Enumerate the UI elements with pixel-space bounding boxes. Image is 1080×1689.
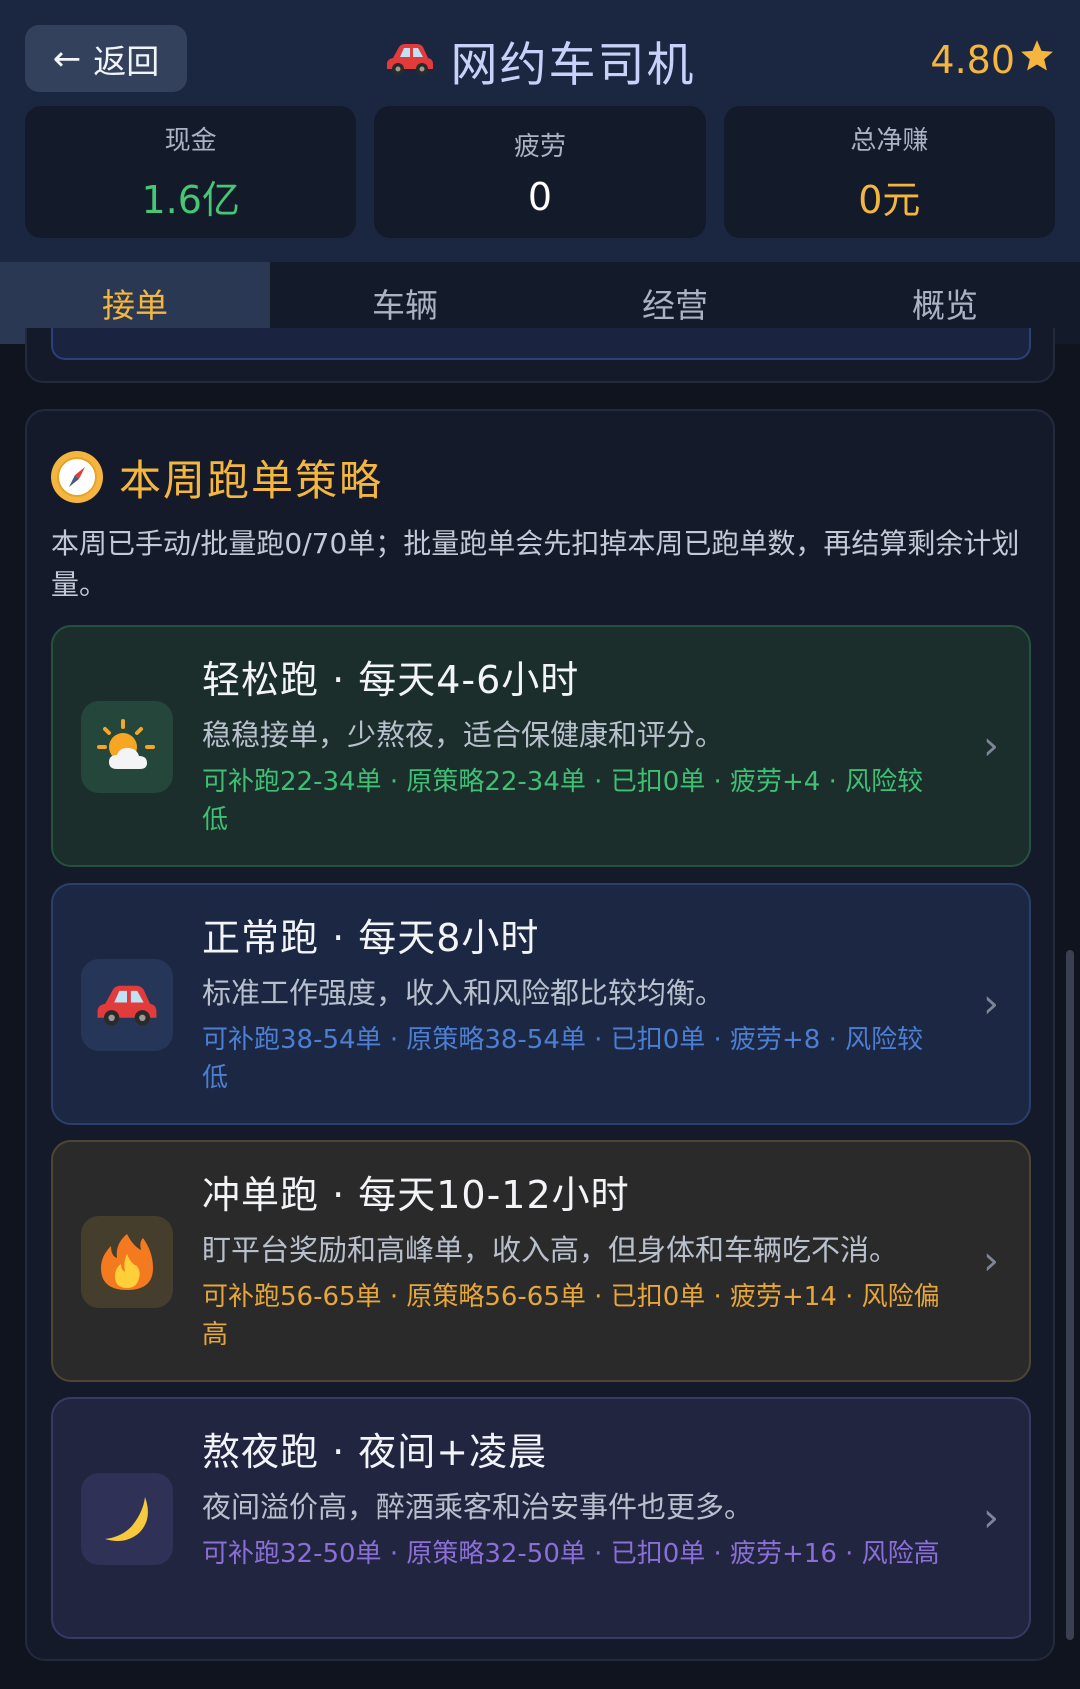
strategy-card-night[interactable]: 熬夜跑 · 夜间+凌晨 夜间溢价高，醉酒乘客和治安事件也更多。 可补跑32-50… [51, 1397, 1031, 1639]
card-title: 轻松跑 · 每天4-6小时 [202, 658, 580, 702]
card-title: 正常跑 · 每天8小时 [202, 916, 540, 960]
rating-value: 4.80 [930, 38, 1015, 82]
stats-row: 现金 1.6亿 疲劳 0 总净赚 0元 [25, 106, 1055, 238]
strategy-card-normal[interactable]: 正常跑 · 每天8小时 标准工作强度，收入和风险都比较均衡。 可补跑38-54单… [51, 883, 1031, 1125]
stat-value: 1.6亿 [141, 178, 240, 222]
card-description: 盯平台奖励和高峰单，收入高，但身体和车辆吃不消。 [202, 1233, 899, 1267]
card-text: 熬夜跑 · 夜间+凌晨 夜间溢价高，醉酒乘客和治安事件也更多。 可补跑32-50… [202, 1427, 942, 1573]
strategy-card-rush[interactable]: 冲单跑 · 每天10-12小时 盯平台奖励和高峰单，收入高，但身体和车辆吃不消。… [51, 1140, 1031, 1382]
chevron-right-icon: › [983, 1495, 999, 1541]
page-title-text: 网约车司机 [450, 37, 696, 93]
card-title: 冲单跑 · 每天10-12小时 [202, 1173, 630, 1217]
chevron-right-icon: › [983, 981, 999, 1027]
stat-cash: 现金 1.6亿 [25, 106, 357, 238]
card-title: 熬夜跑 · 夜间+凌晨 [202, 1430, 548, 1474]
scrollbar[interactable] [1066, 950, 1074, 1640]
card-text: 冲单跑 · 每天10-12小时 盯平台奖励和高峰单，收入高，但身体和车辆吃不消。… [202, 1170, 942, 1354]
chevron-right-icon: › [983, 723, 999, 769]
card-description: 夜间溢价高，醉酒乘客和治安事件也更多。 [202, 1490, 754, 1524]
section-description: 本周已手动/批量跑0/70单；批量跑单会先扣掉本周已跑单数，再结算剩余计划量。 [51, 527, 1020, 601]
stat-label: 现金 [164, 126, 217, 156]
stat-value: 0 [527, 174, 553, 219]
card-meta: 可补跑32-50单 · 原策略32-50单 · 已扣0单 · 疲劳+16 · 风… [202, 1539, 940, 1569]
car-icon [385, 33, 435, 88]
sun-cloud-icon [81, 701, 173, 793]
compass-icon [51, 451, 103, 503]
card-meta: 可补跑22-34单 · 原策略22-34单 · 已扣0单 · 疲劳+4 · 风险… [202, 767, 924, 835]
section-title: 本周跑单策略 [119, 455, 384, 505]
page-title: 网约车司机 [0, 28, 1080, 93]
card-meta: 可补跑38-54单 · 原策略38-54单 · 已扣0单 · 疲劳+8 · 风险… [202, 1025, 924, 1093]
card-meta: 可补跑56-65单 · 原策略56-65单 · 已扣0单 · 疲劳+14 · 风… [202, 1282, 940, 1350]
moon-icon [81, 1473, 173, 1565]
card-description: 稳稳接单，少熬夜，适合保健康和评分。 [202, 718, 725, 752]
chevron-right-icon: › [983, 1238, 999, 1284]
previous-card-inner [51, 328, 1031, 360]
previous-card-bottom [25, 328, 1055, 383]
weekly-strategy-section: 本周跑单策略 本周已手动/批量跑0/70单；批量跑单会先扣掉本周已跑单数，再结算… [25, 409, 1055, 1661]
card-text: 轻松跑 · 每天4-6小时 稳稳接单，少熬夜，适合保健康和评分。 可补跑22-3… [202, 655, 942, 839]
section-header: 本周跑单策略 [51, 445, 383, 509]
card-description: 标准工作强度，收入和风险都比较均衡。 [202, 976, 725, 1010]
car-icon [81, 959, 173, 1051]
app-header: ← 返回 网约车司机 4.80 现金 1.6亿 疲劳 0 总净赚 0元 [0, 0, 1080, 262]
stat-net-earnings: 总净赚 0元 [723, 106, 1055, 238]
stat-value: 0元 [858, 178, 921, 222]
stat-label: 疲劳 [513, 131, 566, 162]
stat-label: 总净赚 [850, 126, 929, 156]
card-text: 正常跑 · 每天8小时 标准工作强度，收入和风险都比较均衡。 可补跑38-54单… [202, 913, 942, 1097]
strategy-card-relaxed[interactable]: 轻松跑 · 每天4-6小时 稳稳接单，少熬夜，适合保健康和评分。 可补跑22-3… [51, 625, 1031, 867]
star-icon [1019, 38, 1055, 83]
stat-fatigue: 疲劳 0 [374, 106, 706, 238]
driver-rating: 4.80 [930, 30, 1055, 90]
fire-icon [81, 1216, 173, 1308]
